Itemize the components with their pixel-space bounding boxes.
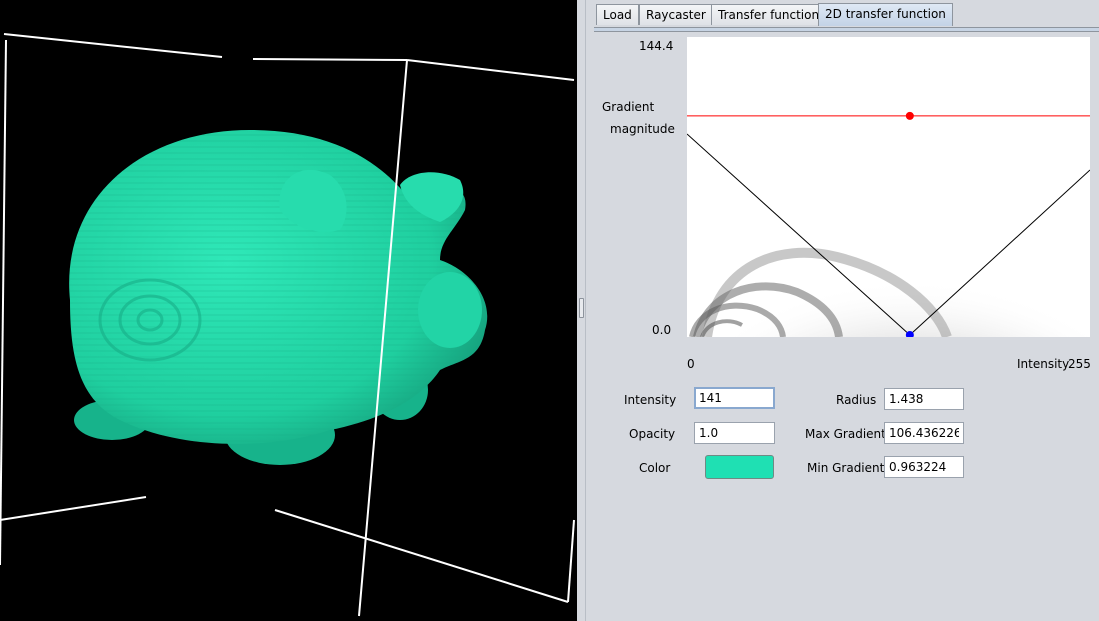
max-gradient-field[interactable] <box>884 422 964 444</box>
tab-2d-transfer-function[interactable]: 2D transfer function <box>818 3 953 26</box>
opacity-field[interactable] <box>694 422 775 444</box>
y-min-label: 0.0 <box>652 323 672 337</box>
gradient-histogram <box>647 142 1099 532</box>
volume-render-canvas[interactable] <box>0 0 577 621</box>
y-max-label: 144.4 <box>639 39 674 53</box>
histogram-plot[interactable] <box>647 37 1099 532</box>
intensity-field[interactable] <box>694 387 775 409</box>
intensity-label: Intensity <box>624 393 677 407</box>
x-min-label: 0 <box>687 357 695 371</box>
split-pane-divider[interactable] <box>577 0 586 621</box>
max-gradient-label: Max Gradient <box>805 427 886 441</box>
splitter-grip-icon[interactable] <box>579 298 584 318</box>
piggy-bank-volume <box>69 130 488 465</box>
volume-render-viewport[interactable] <box>0 0 577 621</box>
y-axis-label-line2: magnitude <box>610 122 675 136</box>
min-gradient-field[interactable] <box>884 456 964 478</box>
x-max-label: 255 <box>1068 357 1091 371</box>
settings-panel: Load Raycaster Transfer function 2D tran… <box>586 0 1099 621</box>
2d-transfer-function-canvas[interactable] <box>647 37 1099 532</box>
tab-transfer-function[interactable]: Transfer function <box>711 4 827 25</box>
max-gradient-handle[interactable] <box>905 111 914 120</box>
radius-label: Radius <box>836 393 877 407</box>
tab-load[interactable]: Load <box>596 4 639 25</box>
y-axis-label-line1: Gradient <box>602 100 655 114</box>
opacity-label: Opacity <box>629 427 676 441</box>
tab-raycaster[interactable]: Raycaster <box>639 4 713 25</box>
tab-content-border <box>594 27 1099 32</box>
color-picker-button[interactable] <box>705 455 774 479</box>
min-gradient-label: Min Gradient <box>807 461 885 475</box>
radius-field[interactable] <box>884 388 964 410</box>
x-axis-label: Intensity <box>1017 357 1070 371</box>
color-label: Color <box>639 461 671 475</box>
